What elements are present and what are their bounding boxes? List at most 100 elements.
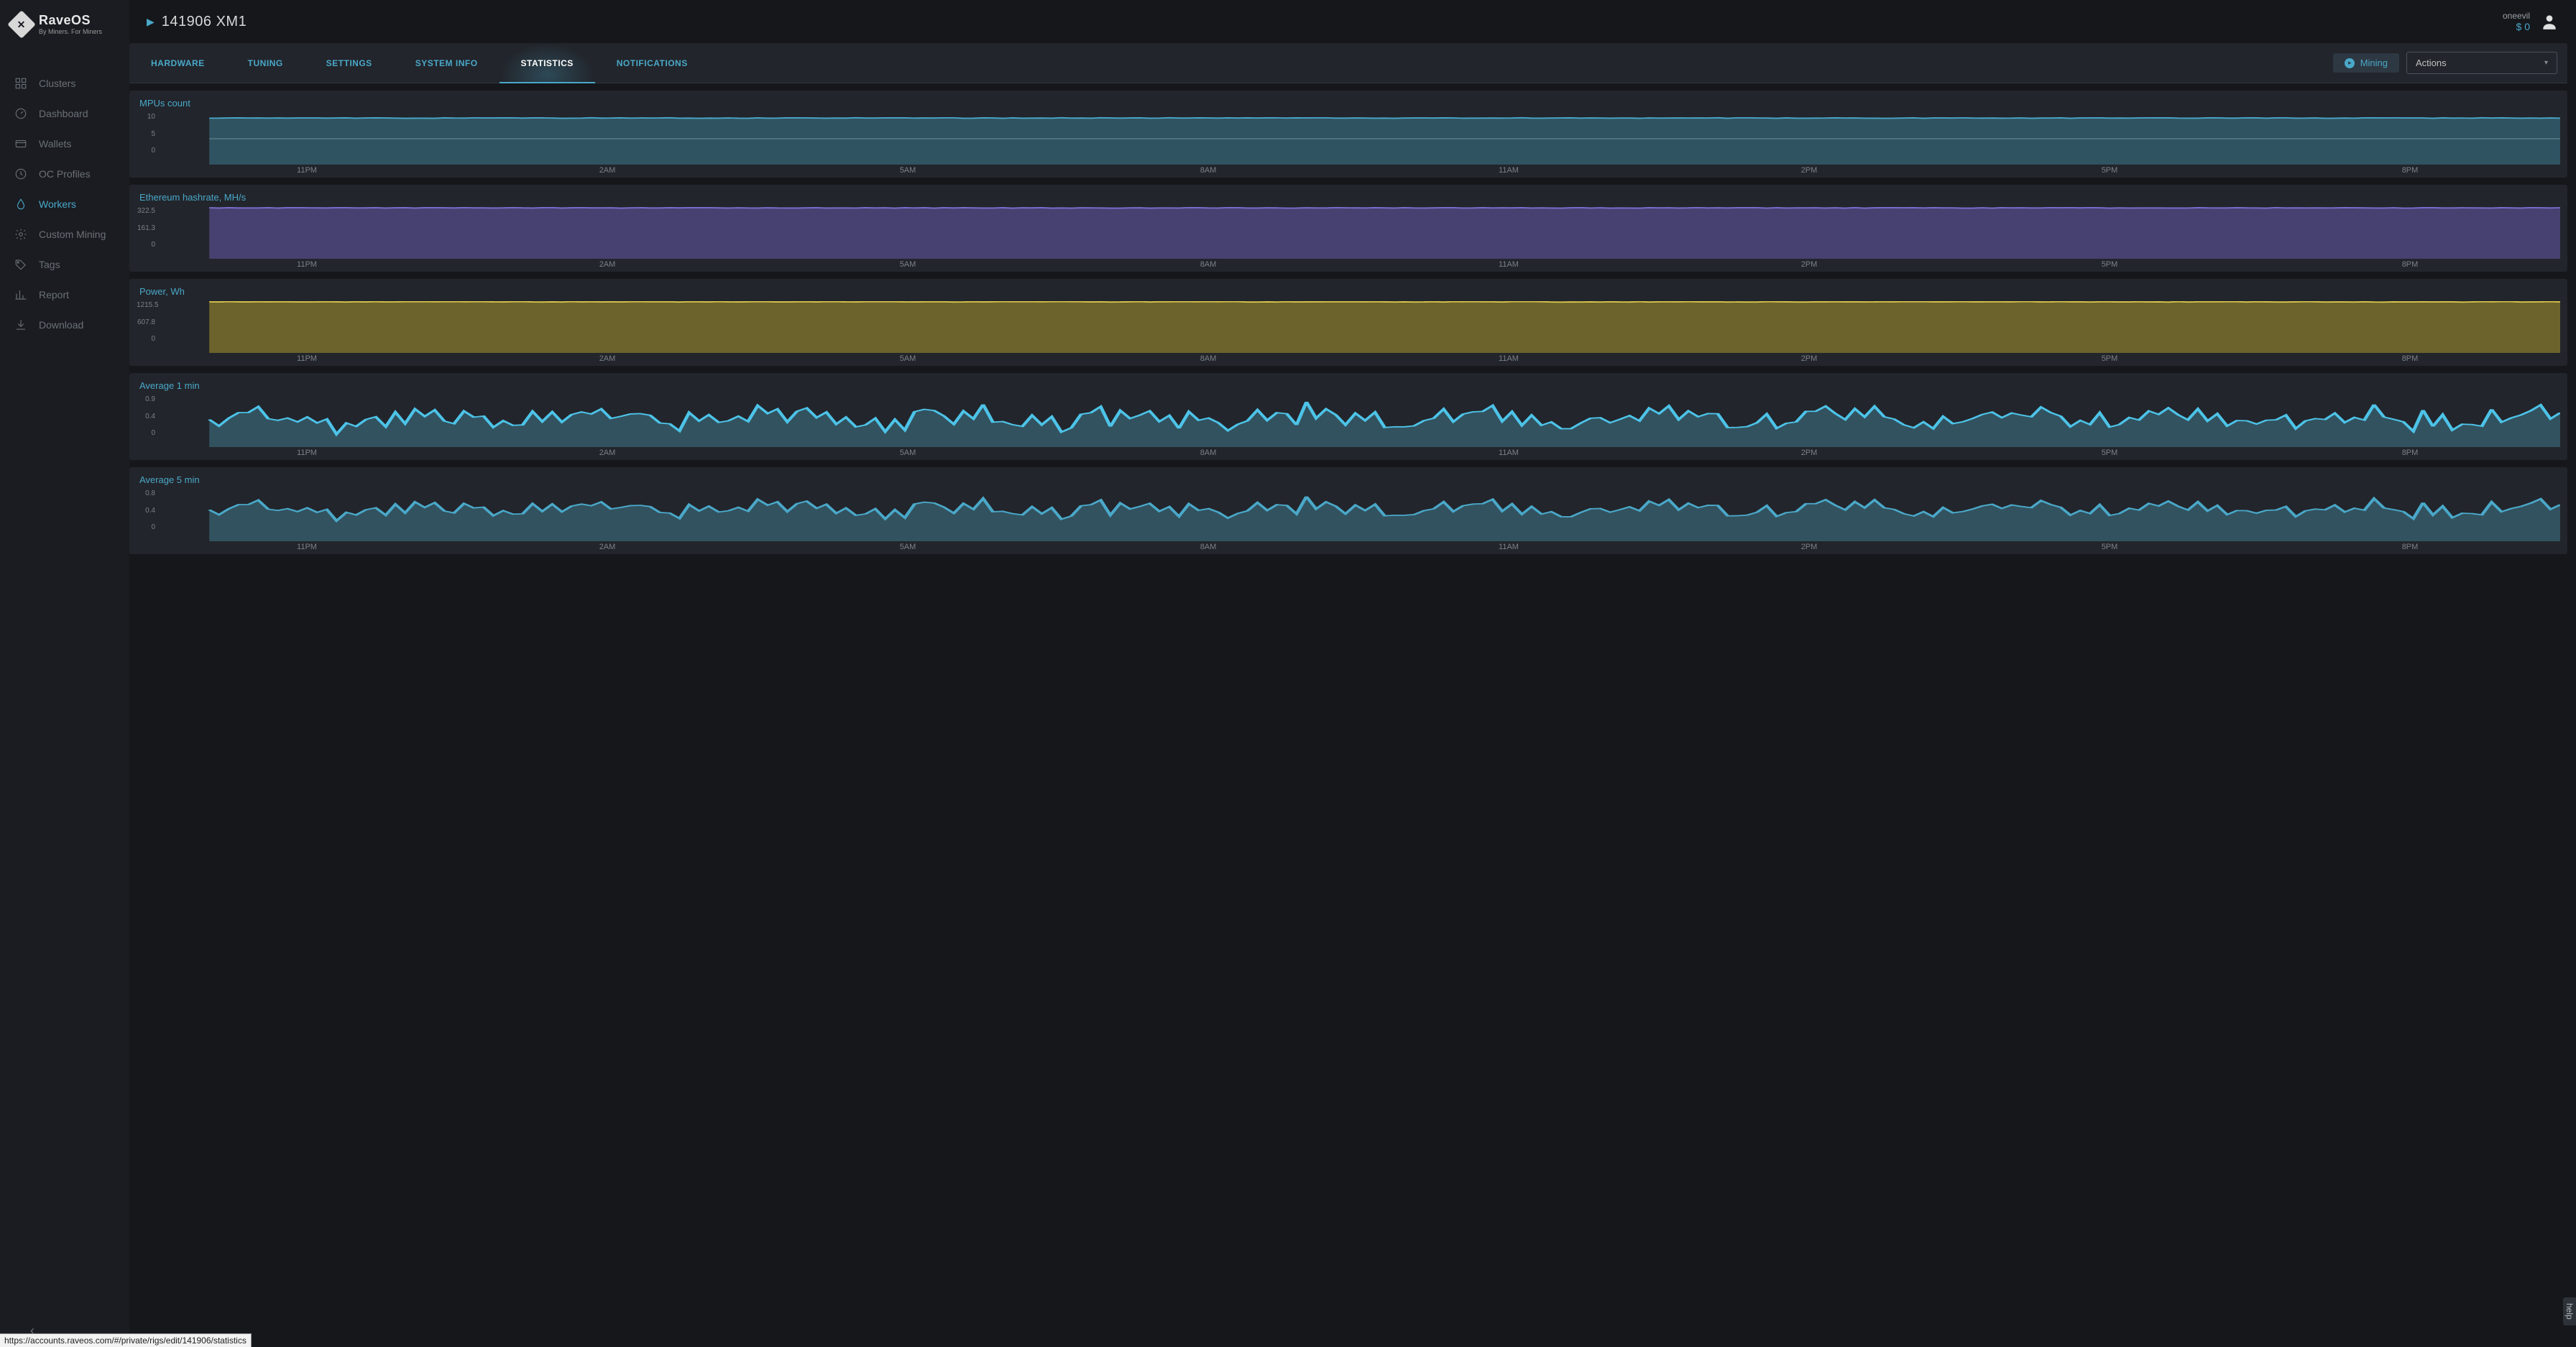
chart-title: Average 5 min [139, 474, 2560, 485]
user-info[interactable]: oneevil $ 0 [2503, 11, 2530, 32]
x-tick: 5AM [758, 166, 1058, 175]
chart-plot-area[interactable]: 0.80.40 [137, 489, 2560, 541]
x-tick: 11AM [1358, 354, 1659, 363]
x-tick: 2AM [457, 166, 758, 175]
chart-card: Average 1 min0.90.40 11PM2AM5AM8AM11AM2P… [129, 373, 2567, 460]
x-axis-ticks: 11PM2AM5AM8AM11AM2PM5PM8PM [137, 259, 2560, 269]
x-axis-ticks: 11PM2AM5AM8AM11AM2PM5PM8PM [137, 541, 2560, 551]
x-tick: 5AM [758, 543, 1058, 551]
x-tick: 5PM [1959, 260, 2260, 269]
x-tick: 11PM [157, 354, 457, 363]
sidebar-item-custom-mining[interactable]: Custom Mining [0, 219, 129, 249]
actions-dropdown[interactable]: Actions ▾ [2406, 52, 2557, 74]
x-tick: 2AM [457, 543, 758, 551]
y-tick: 0 [137, 429, 158, 437]
y-tick: 0.8 [137, 489, 158, 497]
y-tick: 0 [137, 241, 158, 249]
chart-svg [137, 395, 2560, 447]
chart-plot-area[interactable]: 322.5161.30 [137, 207, 2560, 259]
chart-card: MPUs count1050 11PM2AM5AM8AM11AM2PM5PM8P… [129, 91, 2567, 178]
brand-title: RaveOS [39, 13, 102, 28]
sidebar-item-label: Report [39, 289, 69, 300]
x-tick: 11PM [157, 166, 457, 175]
sidebar-item-clusters[interactable]: Clusters [0, 68, 129, 98]
chart-svg [137, 113, 2560, 165]
y-tick: 1215.5 [137, 301, 158, 309]
x-tick: 5PM [1959, 166, 2260, 175]
x-tick: 2PM [1659, 354, 1959, 363]
chart-icon [14, 288, 27, 301]
x-tick: 8AM [1058, 543, 1358, 551]
chart-plot-area[interactable]: 1050 [137, 113, 2560, 165]
grid-icon [14, 77, 27, 90]
wallet-icon [14, 137, 27, 150]
brand-subtitle: By Miners. For Miners [39, 28, 102, 35]
tab-settings[interactable]: SETTINGS [305, 43, 394, 83]
sidebar-item-workers[interactable]: Workers [0, 189, 129, 219]
help-tab[interactable]: help [2563, 1297, 2576, 1325]
chart-svg [137, 207, 2560, 259]
sidebar-nav: Clusters Dashboard Wallets OC Profiles W… [0, 68, 129, 340]
tab-label: SETTINGS [326, 58, 372, 68]
sidebar-item-report[interactable]: Report [0, 280, 129, 310]
x-tick: 5PM [1959, 543, 2260, 551]
tab-hardware[interactable]: HARDWARE [129, 43, 226, 83]
gear-icon [14, 228, 27, 241]
status-bar-url: https://accounts.raveos.com/#/private/ri… [0, 1333, 252, 1347]
y-axis-ticks: 322.5161.30 [137, 207, 158, 249]
tab-notifications[interactable]: NOTIFICATIONS [595, 43, 709, 83]
page-title: 141906 XM1 [162, 14, 247, 30]
chart-plot-area[interactable]: 0.9 0.4 0 [137, 395, 2560, 447]
sidebar-item-download[interactable]: Download [0, 310, 129, 340]
x-tick: 11AM [1358, 543, 1659, 551]
tab-system-info[interactable]: SYSTEM INFO [394, 43, 500, 83]
x-tick: 11AM [1358, 166, 1659, 175]
x-tick: 8PM [2260, 543, 2560, 551]
x-tick: 8AM [1058, 449, 1358, 457]
mining-status-badge[interactable]: Mining [2333, 53, 2399, 73]
sidebar-item-tags[interactable]: Tags [0, 249, 129, 280]
x-tick: 8PM [2260, 166, 2560, 175]
y-axis-ticks: 1050 [137, 113, 158, 155]
user-avatar-icon[interactable] [2540, 12, 2559, 31]
y-tick: 0.4 [137, 413, 158, 420]
y-tick: 0.4 [137, 507, 158, 515]
chart-svg [137, 301, 2560, 353]
sidebar-item-label: Clusters [39, 78, 75, 89]
actions-label: Actions [2416, 58, 2447, 68]
x-tick: 5PM [1959, 354, 2260, 363]
x-tick: 11PM [157, 449, 457, 457]
y-tick: 5 [137, 130, 158, 138]
speed-icon [14, 167, 27, 180]
y-axis-ticks: 0.80.40 [137, 489, 158, 531]
x-axis-ticks: 11PM2AM5AM8AM11AM2PM5PM8PM [137, 447, 2560, 457]
x-tick: 2PM [1659, 166, 1959, 175]
x-tick: 8AM [1058, 260, 1358, 269]
gauge-icon [14, 107, 27, 120]
tab-statistics[interactable]: STATISTICS [500, 43, 595, 83]
x-tick: 5AM [758, 449, 1058, 457]
chart-plot-area[interactable]: 1215.5607.80 [137, 301, 2560, 353]
tab-label: SYSTEM INFO [415, 58, 478, 68]
sidebar-item-label: Wallets [39, 138, 71, 150]
chart-title: MPUs count [139, 98, 2560, 109]
sidebar-item-oc-profiles[interactable]: OC Profiles [0, 159, 129, 189]
sidebar-item-label: Workers [39, 198, 76, 210]
y-tick: 0.9 [137, 395, 158, 403]
x-tick: 2AM [457, 354, 758, 363]
chart-card: Power, Wh1215.5607.80 11PM2AM5AM8AM11AM2… [129, 279, 2567, 366]
tab-label: NOTIFICATIONS [617, 58, 688, 68]
sidebar-item-wallets[interactable]: Wallets [0, 129, 129, 159]
tag-icon [14, 258, 27, 271]
topbar: ▶ 141906 XM1 oneevil $ 0 [129, 0, 2576, 43]
brand-logo[interactable]: ✕ RaveOS By Miners. For Miners [0, 7, 129, 47]
user-balance: $ 0 [2503, 21, 2530, 32]
x-tick: 11PM [157, 543, 457, 551]
username: oneevil [2503, 11, 2530, 21]
chart-title: Power, Wh [139, 286, 2560, 297]
x-tick: 11PM [157, 260, 457, 269]
sidebar-item-dashboard[interactable]: Dashboard [0, 98, 129, 129]
tab-tuning[interactable]: TUNING [226, 43, 305, 83]
play-icon: ▶ [147, 16, 155, 28]
sidebar-item-label: Custom Mining [39, 229, 106, 240]
